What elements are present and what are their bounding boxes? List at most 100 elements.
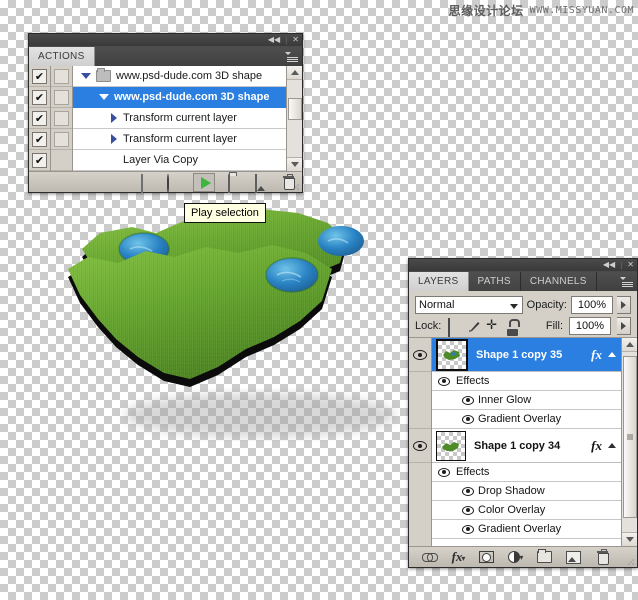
action-step-row[interactable]: Transform current layer: [73, 108, 286, 129]
dialog-toggle-cell[interactable]: [51, 87, 72, 108]
actions-titlebar[interactable]: ◀◀ | ✕: [28, 33, 303, 46]
eye-icon[interactable]: [462, 486, 474, 496]
actions-dialog-column[interactable]: [51, 66, 73, 171]
fx-badge-icon[interactable]: fx: [591, 438, 602, 454]
layers-list[interactable]: Shape 1 copy 35 fx Effects Inner Glow Gr…: [409, 337, 637, 546]
effect-visibility-toggle[interactable]: [432, 505, 478, 515]
fill-input[interactable]: 100%: [569, 317, 611, 335]
dialog-toggle-cell[interactable]: [51, 66, 72, 87]
eye-icon[interactable]: [462, 414, 474, 424]
dialog-toggle-icon[interactable]: [54, 68, 69, 84]
scroll-track[interactable]: [622, 352, 637, 532]
fill-slider-button[interactable]: [617, 317, 631, 335]
check-icon[interactable]: ✔: [32, 89, 47, 105]
layers-titlebar[interactable]: ◀◀ | ✕: [408, 258, 638, 271]
tab-channels[interactable]: CHANNELS: [520, 272, 597, 291]
tab-actions[interactable]: ACTIONS: [29, 47, 95, 66]
close-icon[interactable]: ✕: [627, 261, 634, 269]
effects-group-row[interactable]: Effects: [432, 463, 621, 482]
effect-row[interactable]: Color Overlay: [432, 501, 621, 520]
record-button[interactable]: [166, 173, 181, 193]
effects-visibility-toggle[interactable]: [432, 376, 456, 386]
scroll-track[interactable]: [287, 80, 302, 157]
eye-icon[interactable]: [462, 505, 474, 515]
collapse-icon[interactable]: ◀◀: [603, 261, 615, 269]
chevron-down-icon[interactable]: [99, 94, 109, 100]
layer-row[interactable]: Shape 1 copy 34 fx: [432, 429, 621, 463]
lock-position-icon[interactable]: ✛: [486, 319, 500, 333]
chevron-down-icon[interactable]: [81, 73, 91, 79]
dialog-toggle-icon[interactable]: [54, 89, 69, 105]
actions-rows[interactable]: www.psd-dude.com 3D shape www.psd-dude.c…: [73, 66, 286, 171]
dialog-toggle-icon[interactable]: [54, 131, 69, 147]
layer-rows[interactable]: Shape 1 copy 35 fx Effects Inner Glow Gr…: [432, 338, 621, 546]
action-set-row[interactable]: www.psd-dude.com 3D shape: [73, 66, 286, 87]
tab-layers[interactable]: LAYERS: [409, 272, 469, 291]
new-group-button[interactable]: [537, 549, 553, 563]
scroll-up-icon[interactable]: [287, 66, 302, 80]
new-layer-button[interactable]: [566, 550, 582, 564]
eye-icon[interactable]: [413, 440, 427, 451]
action-toggle-cell[interactable]: ✔: [29, 150, 50, 171]
dialog-toggle-cell[interactable]: [51, 108, 72, 129]
actions-list[interactable]: ✔ ✔ ✔ ✔ ✔ www.psd-dude.com 3D shape www.…: [29, 66, 302, 171]
scroll-up-icon[interactable]: [622, 338, 637, 352]
layer-visibility-toggle[interactable]: [409, 429, 431, 463]
effects-group-row[interactable]: Effects: [432, 372, 621, 391]
action-toggle-cell[interactable]: ✔: [29, 108, 50, 129]
resize-grip-icon[interactable]: [292, 183, 300, 191]
lock-transparent-pixels-icon[interactable]: [447, 318, 461, 337]
effect-row[interactable]: Gradient Overlay: [432, 410, 621, 429]
layer-visibility-toggle[interactable]: [409, 338, 431, 372]
opacity-input[interactable]: 100%: [571, 296, 613, 314]
eye-icon[interactable]: [462, 524, 474, 534]
action-row-selected[interactable]: www.psd-dude.com 3D shape: [73, 87, 286, 108]
check-icon[interactable]: ✔: [32, 152, 47, 168]
expand-effects-icon[interactable]: [608, 352, 616, 357]
effect-row[interactable]: Inner Glow: [432, 391, 621, 410]
effect-visibility-toggle[interactable]: [432, 414, 478, 424]
scroll-thumb[interactable]: [623, 356, 637, 518]
panel-menu-icon[interactable]: [619, 276, 633, 288]
scroll-thumb[interactable]: [288, 98, 302, 120]
check-icon[interactable]: ✔: [32, 68, 47, 84]
lock-image-pixels-icon[interactable]: [467, 320, 480, 333]
expand-effects-icon[interactable]: [608, 443, 616, 448]
eye-icon[interactable]: [413, 349, 427, 360]
stop-button[interactable]: [139, 173, 154, 193]
opacity-slider-button[interactable]: [617, 296, 631, 314]
action-step-row[interactable]: Transform current layer: [73, 129, 286, 150]
close-icon[interactable]: ✕: [292, 36, 299, 44]
resize-grip-icon[interactable]: [627, 558, 635, 566]
action-toggle-cell[interactable]: ✔: [29, 87, 50, 108]
check-icon[interactable]: ✔: [32, 131, 47, 147]
collapse-icon[interactable]: ◀◀: [268, 36, 280, 44]
link-layers-button[interactable]: [421, 552, 438, 562]
action-toggle-cell[interactable]: ✔: [29, 66, 50, 87]
actions-toggle-column[interactable]: ✔ ✔ ✔ ✔ ✔: [29, 66, 51, 171]
blend-mode-select[interactable]: Normal: [415, 296, 523, 314]
layer-thumbnail[interactable]: [436, 338, 468, 371]
dialog-toggle-cell[interactable]: [51, 129, 72, 150]
layers-footer[interactable]: fx▾ ▾: [409, 546, 637, 567]
chevron-down-icon[interactable]: [509, 304, 518, 309]
layers-panel[interactable]: ◀◀ | ✕ LAYERS PATHS CHANNELS Normal Opac…: [408, 258, 638, 568]
action-toggle-cell[interactable]: ✔: [29, 129, 50, 150]
dialog-toggle-cell[interactable]: [51, 150, 72, 171]
actions-panel[interactable]: ◀◀ | ✕ ACTIONS ✔ ✔ ✔ ✔ ✔ www.psd-dude.co…: [28, 33, 303, 193]
check-icon[interactable]: ✔: [32, 110, 47, 126]
new-adjustment-layer-button[interactable]: ▾: [508, 551, 523, 563]
play-selection-button[interactable]: [193, 172, 215, 192]
layer-visibility-column[interactable]: [409, 338, 432, 546]
effect-visibility-toggle[interactable]: [432, 524, 478, 534]
new-set-button[interactable]: [227, 173, 242, 193]
new-action-button[interactable]: [254, 173, 269, 193]
panel-menu-icon[interactable]: [284, 51, 298, 63]
scroll-down-icon[interactable]: [622, 532, 637, 546]
layer-thumbnail[interactable]: [436, 430, 466, 461]
effect-visibility-toggle[interactable]: [432, 486, 478, 496]
fx-badge-icon[interactable]: fx: [591, 347, 602, 363]
chevron-right-icon[interactable]: [111, 113, 117, 123]
dialog-toggle-icon[interactable]: [54, 110, 69, 126]
delete-layer-button[interactable]: [595, 548, 610, 565]
